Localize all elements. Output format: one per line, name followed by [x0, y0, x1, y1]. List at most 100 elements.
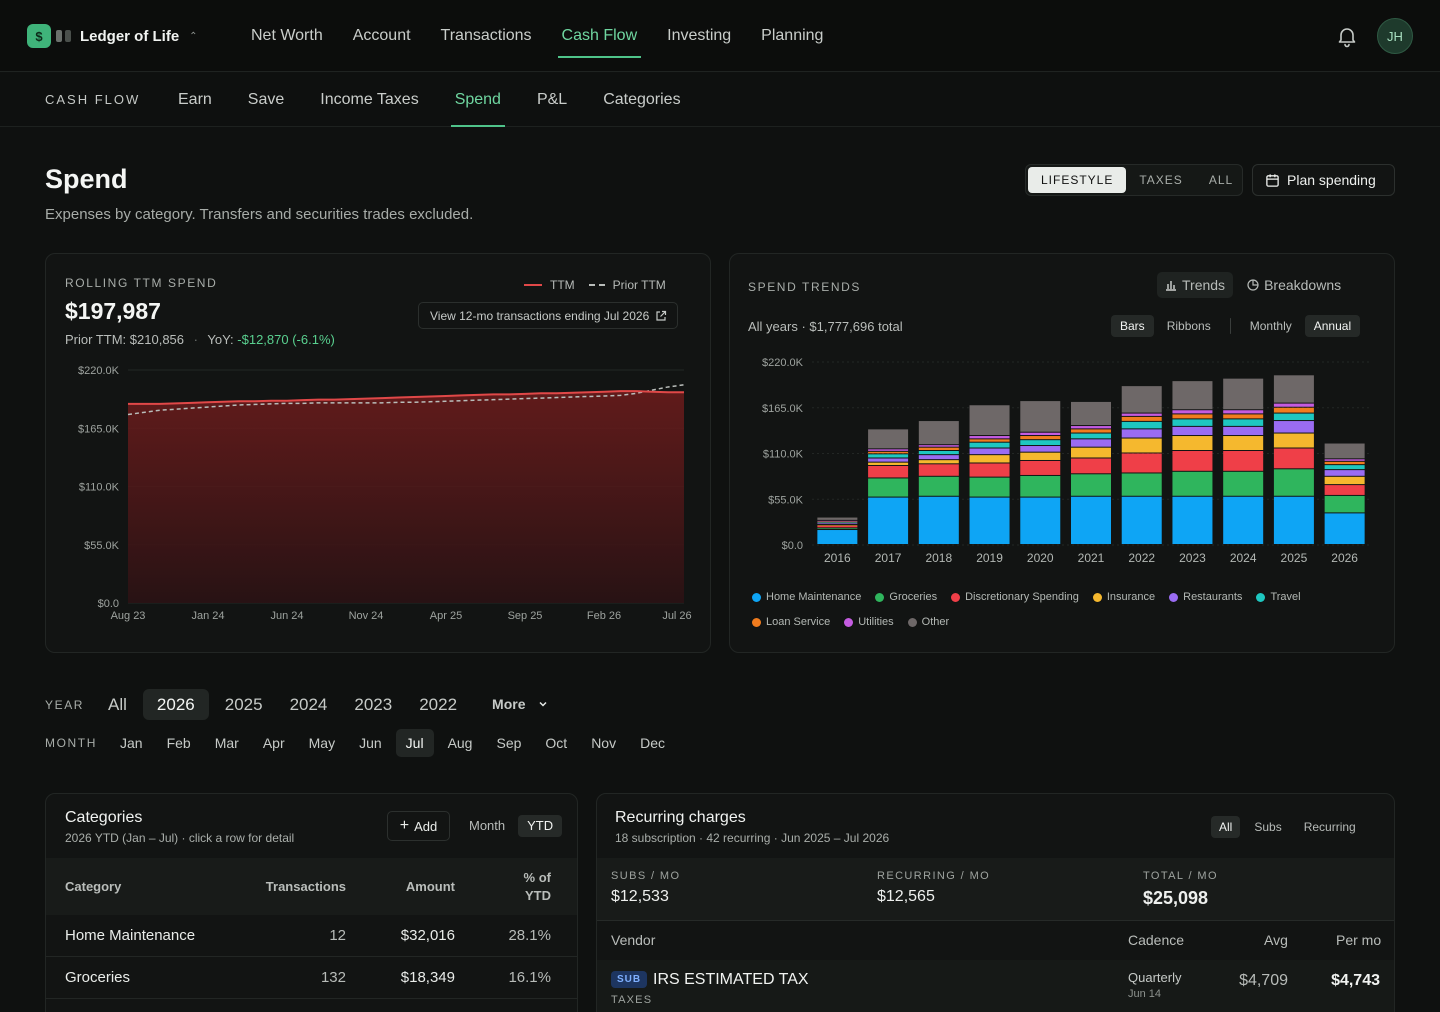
year-2026[interactable]: 2026: [142, 689, 209, 720]
bar-segment[interactable]: [817, 525, 858, 526]
bar-segment[interactable]: [969, 477, 1010, 497]
bar-segment[interactable]: [1273, 496, 1314, 544]
bar-segment[interactable]: [1324, 495, 1365, 513]
bar-segment[interactable]: [1121, 421, 1162, 429]
bar-segment[interactable]: [817, 528, 858, 530]
bar-segment[interactable]: [1020, 452, 1061, 460]
bar-segment[interactable]: [918, 464, 959, 476]
month-feb[interactable]: Feb: [157, 729, 201, 757]
bar-segment[interactable]: [817, 520, 858, 522]
legend-item[interactable]: Insurance: [1092, 591, 1155, 603]
tab-spend[interactable]: Spend: [437, 73, 519, 127]
table-row[interactable]: Home Maintenance 12 $32,016 28.1%: [46, 915, 577, 957]
legend-item[interactable]: Groceries: [875, 591, 937, 603]
bar-segment[interactable]: [1324, 513, 1365, 544]
bar-segment[interactable]: [918, 447, 959, 451]
tab-pnl[interactable]: P&L: [519, 73, 585, 127]
bar-segment[interactable]: [817, 525, 858, 528]
add-category-button[interactable]: + Add: [387, 811, 450, 841]
tab-save[interactable]: Save: [230, 73, 302, 127]
bar-segment[interactable]: [1172, 451, 1213, 471]
bar-segment[interactable]: [918, 421, 959, 445]
bar-segment[interactable]: [1223, 410, 1264, 414]
month-jul[interactable]: Jul: [395, 729, 434, 757]
filter-all-recurring[interactable]: All: [1211, 816, 1241, 838]
col-avg[interactable]: Avg: [1264, 932, 1288, 948]
bar-segment[interactable]: [1071, 447, 1111, 458]
bar-segment[interactable]: [868, 465, 909, 478]
bell-icon[interactable]: [1335, 24, 1359, 48]
bar-segment[interactable]: [1121, 453, 1162, 473]
bar-segment[interactable]: [817, 523, 858, 525]
tab-income-taxes[interactable]: Income Taxes: [302, 73, 436, 127]
legend-item[interactable]: Travel: [1256, 591, 1301, 603]
year-2025[interactable]: 2025: [214, 689, 274, 720]
bar-segment[interactable]: [868, 497, 909, 544]
col-cadence[interactable]: Cadence: [1128, 932, 1184, 948]
toggle-ytd[interactable]: YTD: [518, 815, 563, 837]
bar-segment[interactable]: [1273, 448, 1314, 469]
bar-segment[interactable]: [1172, 414, 1213, 419]
filter-recurring[interactable]: Recurring: [1296, 816, 1364, 838]
bar-segment[interactable]: [817, 530, 858, 544]
legend-item[interactable]: Restaurants: [1169, 591, 1242, 603]
bar-segment[interactable]: [1121, 496, 1162, 544]
bar-segment[interactable]: [1071, 496, 1111, 544]
bar-segment[interactable]: [1324, 476, 1365, 485]
bar-segment[interactable]: [969, 439, 1010, 442]
bar-segment[interactable]: [969, 463, 1010, 477]
toggle-month[interactable]: Month: [460, 815, 514, 837]
bar-segment[interactable]: [918, 445, 959, 447]
bar-segment[interactable]: [1273, 433, 1314, 448]
bar-segment[interactable]: [1324, 465, 1365, 470]
legend-item[interactable]: Discretionary Spending: [951, 591, 1079, 603]
tab-earn[interactable]: Earn: [160, 73, 230, 127]
bar-segment[interactable]: [1223, 471, 1264, 496]
bar-segment[interactable]: [918, 451, 959, 455]
bar-segment[interactable]: [918, 476, 959, 496]
bar-segment[interactable]: [1020, 460, 1061, 475]
brand-switcher[interactable]: $ Ledger of Life ⌃: [27, 24, 198, 48]
nav-account[interactable]: Account: [338, 0, 426, 72]
filter-subs[interactable]: Subs: [1246, 816, 1289, 838]
bar-segment[interactable]: [1223, 496, 1264, 544]
col-vendor[interactable]: Vendor: [611, 932, 655, 948]
bar-segment[interactable]: [1172, 436, 1213, 451]
bar-segment[interactable]: [918, 496, 959, 544]
filter-lifestyle[interactable]: LIFESTYLE: [1028, 167, 1127, 193]
table-row[interactable]: SUB IRS ESTIMATED TAX TAXES Quarterly Ju…: [597, 960, 1394, 1012]
more-years-dropdown[interactable]: More: [481, 689, 559, 720]
bar-segment[interactable]: [1121, 438, 1162, 453]
month-apr[interactable]: Apr: [253, 729, 295, 757]
bar-segment[interactable]: [1223, 419, 1264, 426]
bar-segment[interactable]: [1223, 414, 1264, 419]
bar-segment[interactable]: [969, 436, 1010, 439]
bar-segment[interactable]: [1223, 451, 1264, 471]
bar-segment[interactable]: [918, 460, 959, 464]
bar-segment[interactable]: [1273, 375, 1314, 403]
bar-segment[interactable]: [868, 458, 909, 462]
bar-segment[interactable]: [969, 497, 1010, 544]
bar-segment[interactable]: [1071, 429, 1111, 433]
bar-segment[interactable]: [1071, 401, 1111, 426]
nav-cash-flow[interactable]: Cash Flow: [547, 0, 653, 72]
bar-segment[interactable]: [1020, 432, 1061, 436]
bar-segment[interactable]: [969, 442, 1010, 448]
filter-all[interactable]: ALL: [1196, 167, 1246, 193]
col-percent-ytd[interactable]: % of YTD: [455, 869, 551, 905]
filter-taxes[interactable]: TAXES: [1126, 167, 1195, 193]
bar-segment[interactable]: [817, 521, 858, 523]
bar-segment[interactable]: [1020, 475, 1061, 497]
bar-segment[interactable]: [1071, 439, 1111, 447]
col-amount[interactable]: Amount: [346, 879, 455, 894]
tab-categories[interactable]: Categories: [585, 73, 698, 127]
bar-segment[interactable]: [817, 522, 858, 524]
plan-spending-button[interactable]: Plan spending: [1252, 164, 1395, 196]
bar-segment[interactable]: [1172, 426, 1213, 436]
bar-segment[interactable]: [1324, 470, 1365, 476]
bar-segment[interactable]: [918, 455, 959, 460]
bar-segment[interactable]: [868, 449, 909, 451]
bar-segment[interactable]: [1020, 440, 1061, 446]
bar-segment[interactable]: [969, 405, 1010, 436]
col-transactions[interactable]: Transactions: [226, 879, 346, 894]
